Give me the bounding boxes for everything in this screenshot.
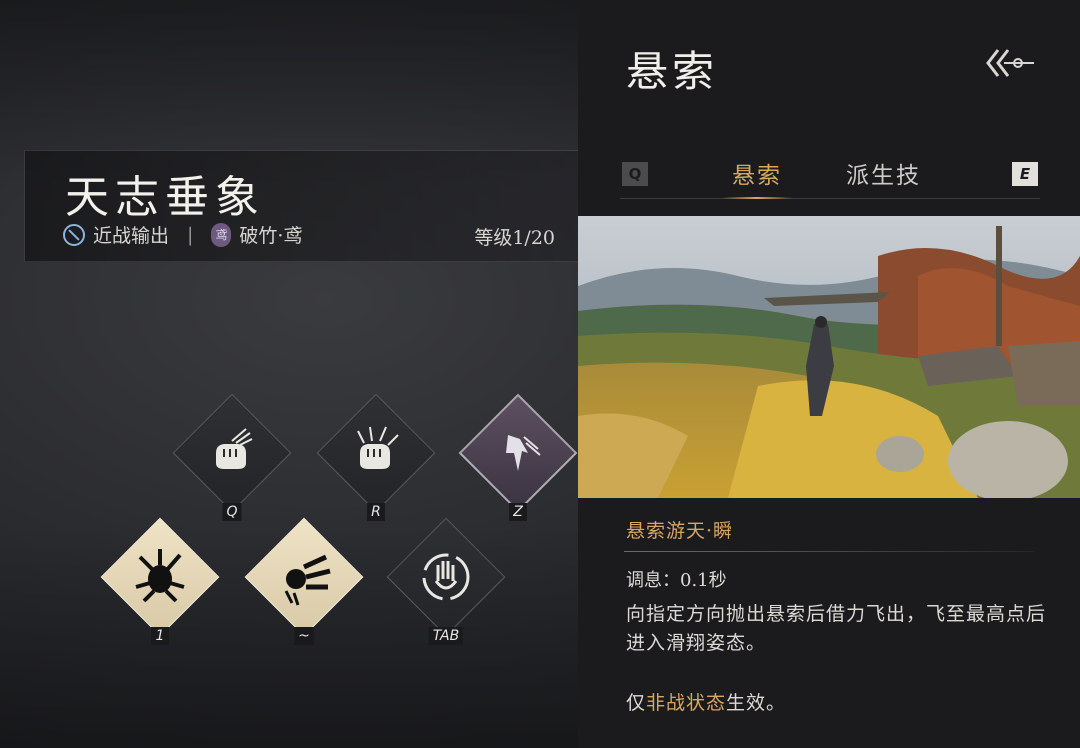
- skill-condition-note: 仅非战状态生效。: [626, 688, 786, 715]
- melee-role-icon: [63, 223, 85, 246]
- skill-key-label: TAB: [428, 627, 464, 645]
- hand-circle-icon: [422, 553, 470, 601]
- panel-title: 悬索: [626, 47, 719, 96]
- skill-detail-panel: 悬索 Q 悬索 派生技 E 悬索游天·瞬 调息：0.1秒 向指定方向抛出悬索后借…: [578, 0, 1080, 748]
- tab-derived-skills[interactable]: 派生技: [846, 158, 921, 198]
- skill-tabs: Q 悬索 派生技 E: [620, 158, 1040, 199]
- fist-claw-icon: [216, 428, 253, 469]
- weapon-kite-icon: 鸢: [211, 222, 232, 247]
- skill-slot-1[interactable]: 1: [100, 517, 220, 645]
- divider: [624, 551, 1034, 552]
- back-arrow-icon[interactable]: [984, 44, 1036, 82]
- weapon-tags: 近战输出 | 鸢 破竹·鸢: [63, 221, 302, 248]
- skill-cooldown: 调息：0.1秒: [626, 570, 727, 591]
- skill-preview-image: [578, 216, 1080, 498]
- tag-separator: |: [187, 223, 194, 246]
- skill-key-label: 1: [151, 627, 169, 645]
- note-highlight: 非战状态: [646, 692, 727, 714]
- skill-key-label: Q: [222, 503, 242, 521]
- skill-slot-tab[interactable]: TAB: [386, 517, 506, 645]
- prev-tab-key[interactable]: Q: [622, 162, 648, 186]
- skill-slot-z[interactable]: Z: [458, 393, 578, 521]
- skill-description: 向指定方向抛出悬索后借力飞出，飞至最高点后进入滑翔姿态。: [626, 603, 1047, 654]
- skill-key-label: Z: [509, 503, 527, 521]
- weapon-banner: 天志垂象 近战输出 | 鸢 破竹·鸢 等级1/20: [24, 150, 581, 262]
- weapon-label: 破竹·鸢: [239, 225, 303, 247]
- skill-name: 悬索游天·瞬: [626, 520, 734, 542]
- weapon-title: 天志垂象: [65, 172, 265, 223]
- skill-slot-q[interactable]: Q: [172, 393, 292, 521]
- shadow-burst-icon: [135, 549, 185, 603]
- skill-slot-tilde[interactable]: ~: [244, 517, 364, 645]
- skill-slot-r[interactable]: R: [316, 393, 436, 521]
- next-tab-key[interactable]: E: [1012, 162, 1038, 186]
- role-label: 近战输出: [93, 225, 170, 247]
- skill-key-label: ~: [294, 627, 314, 645]
- fist-strikes-icon: [284, 554, 331, 606]
- bird-dive-icon: [506, 435, 541, 471]
- skill-key-label: R: [367, 503, 385, 521]
- weapon-level: 等级1/20: [474, 227, 555, 249]
- note-suffix: 生效。: [726, 692, 787, 714]
- tab-xuansuo[interactable]: 悬索: [722, 158, 792, 199]
- note-prefix: 仅: [626, 692, 647, 714]
- fist-spikes-icon: [357, 426, 399, 469]
